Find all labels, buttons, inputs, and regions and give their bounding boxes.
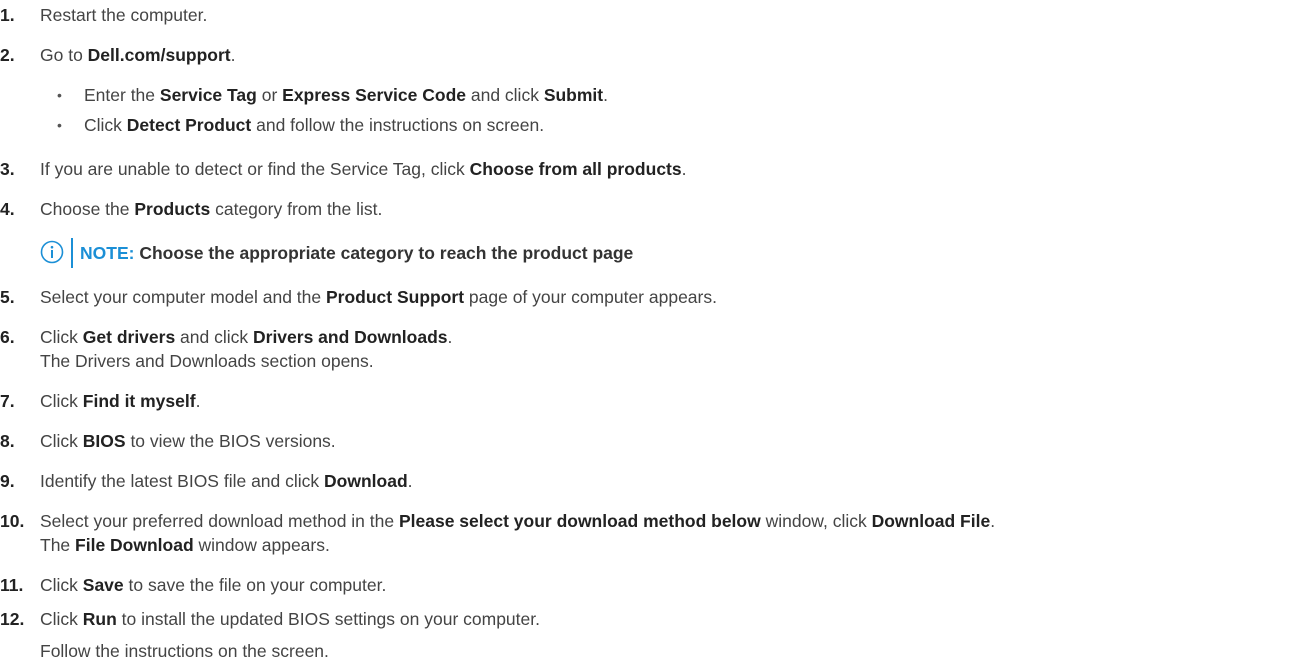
step-number: 4. (0, 199, 15, 219)
step-number: 2. (0, 45, 15, 65)
step-6-result: The Drivers and Downloads section opens. (40, 351, 374, 371)
emphasized-term: BIOS (82, 431, 126, 451)
emphasized-term: Get drivers (82, 327, 176, 347)
step-number: 5. (0, 287, 15, 307)
step-text: Click Run to install the updated BIOS se… (40, 609, 540, 629)
emphasized-term: Service Tag (159, 85, 257, 105)
emphasized-term: Drivers and Downloads (253, 327, 448, 347)
step-number: 11. (0, 575, 24, 595)
emphasized-term: Detect Product (126, 115, 252, 135)
info-icon (40, 240, 64, 264)
emphasized-term: Express Service Code (282, 85, 466, 105)
step-text: Click BIOS to view the BIOS versions. (40, 431, 336, 451)
emphasized-term: Find it myself (82, 391, 196, 411)
step-text: Click Save to save the file on your comp… (40, 575, 387, 595)
note-divider (71, 238, 73, 268)
emphasized-term: Please select your download method below (398, 511, 761, 531)
emphasized-term: Products (134, 199, 211, 219)
emphasized-term: Download File (871, 511, 991, 531)
emphasized-term: File Download (75, 535, 194, 555)
emphasized-term: Product Support (326, 287, 465, 307)
emphasized-term: Save (82, 575, 124, 595)
step-text: Go to Dell.com/support. (40, 45, 236, 65)
step-number: 3. (0, 159, 15, 179)
note-body: Choose the appropriate category to reach… (134, 243, 634, 263)
step-number: 8. (0, 431, 15, 451)
emphasized-term: Download (324, 471, 408, 491)
emphasized-term: Choose from all products (469, 159, 682, 179)
step-text: Click Find it myself. (40, 391, 201, 411)
step-text: If you are unable to detect or find the … (40, 159, 687, 179)
bullet-text: Enter the Service Tag or Express Service… (84, 85, 608, 105)
note-text: NOTE: Choose the appropriate category to… (80, 242, 633, 264)
step-10-result: The File Download window appears. (40, 535, 330, 555)
step-text: Choose the Products category from the li… (40, 199, 383, 219)
note-label: NOTE: (80, 243, 135, 263)
step-number: 10. (0, 511, 25, 531)
step-text: Restart the computer. (40, 5, 208, 25)
emphasized-term: Dell.com/support (87, 45, 231, 65)
emphasized-term: Submit (543, 85, 604, 105)
step-number: 6. (0, 327, 15, 347)
bullet-text: Click Detect Product and follow the inst… (84, 115, 545, 135)
step-number: 12. (0, 609, 25, 629)
step-text: Click Get drivers and click Drivers and … (40, 327, 453, 347)
bullet-glyph: • (57, 117, 62, 133)
step-number: 9. (0, 471, 15, 491)
step-number: 7. (0, 391, 15, 411)
emphasized-term: Run (82, 609, 117, 629)
step-number: 1. (0, 5, 15, 25)
step-text: Identify the latest BIOS file and click … (40, 471, 413, 491)
step-text: Select your computer model and the Produ… (40, 287, 717, 307)
bullet-glyph: • (57, 87, 62, 103)
step-text: Select your preferred download method in… (40, 511, 996, 531)
step-12-result: Follow the instructions on the screen. (40, 641, 329, 661)
